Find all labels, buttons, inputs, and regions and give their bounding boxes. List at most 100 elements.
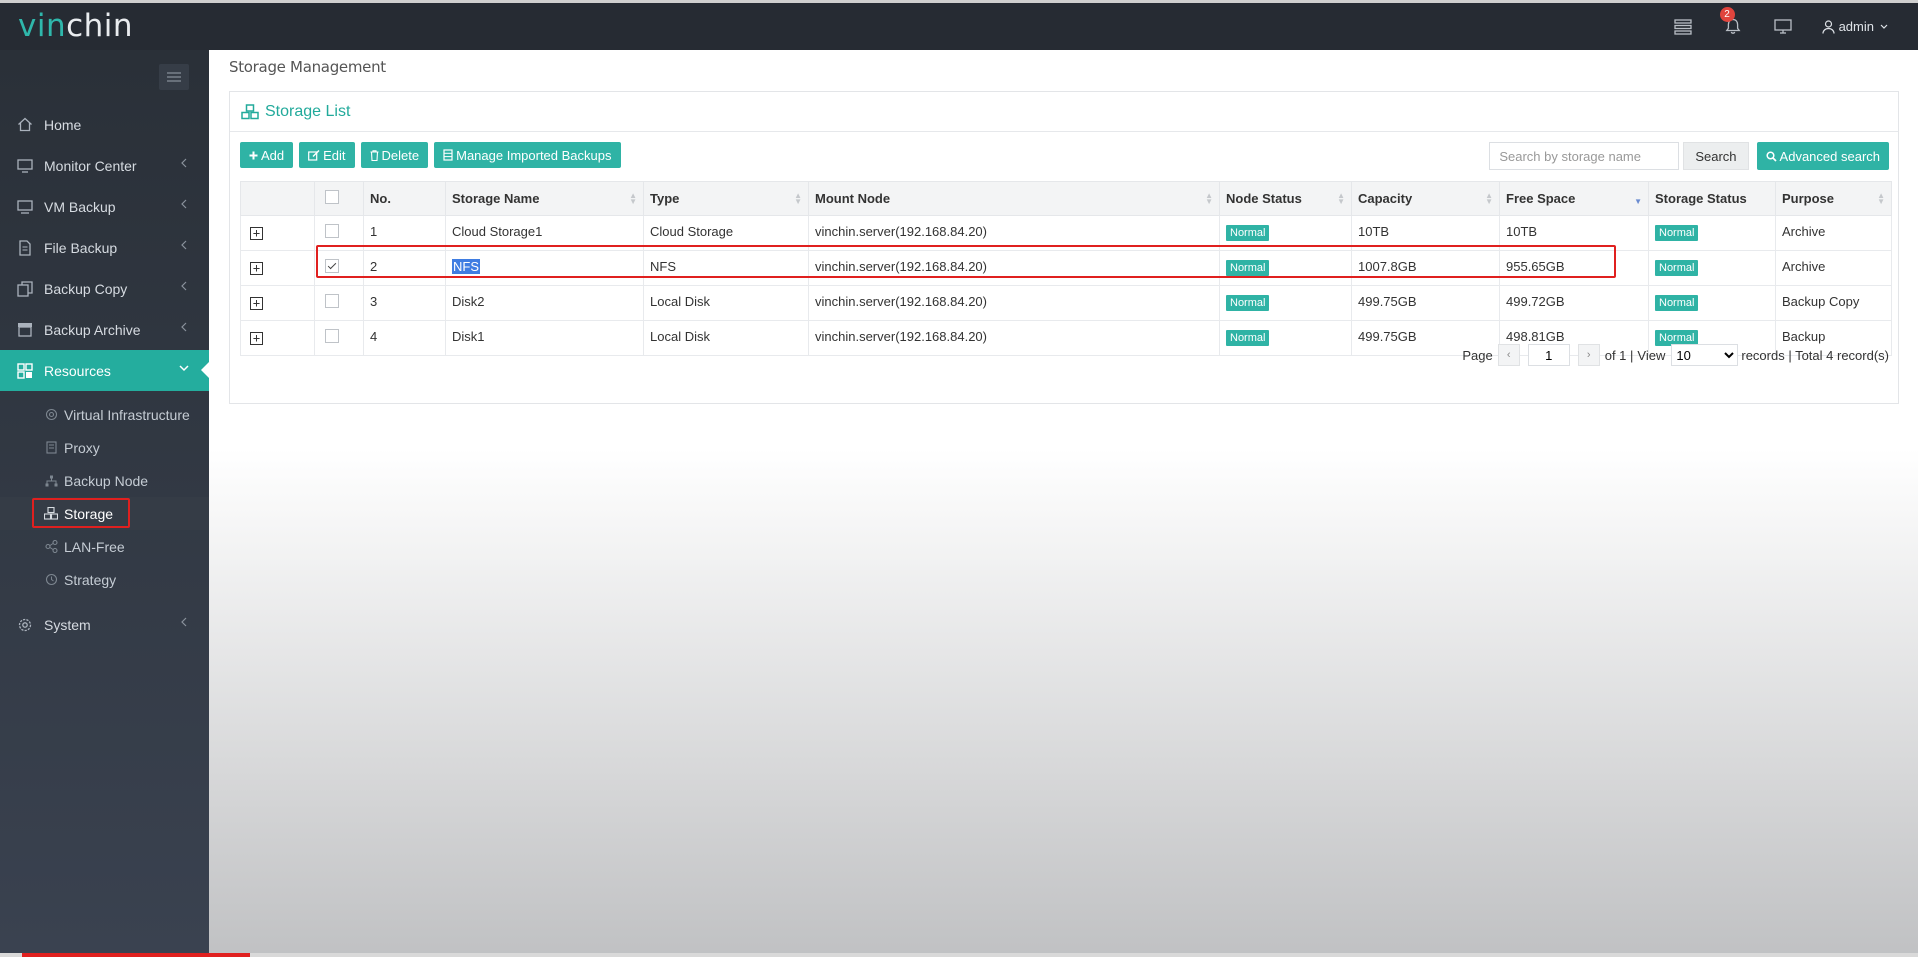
- sort-icon: ▲ ▼: [1205, 191, 1213, 206]
- sort-icon: ▲ ▼: [794, 191, 802, 206]
- cubes-icon: [241, 103, 259, 120]
- strategy-icon: [44, 573, 58, 587]
- expand-row-icon[interactable]: +: [250, 262, 263, 275]
- expand-row-icon[interactable]: +: [250, 297, 263, 310]
- cell-type: NFS: [643, 250, 809, 286]
- advanced-search-button[interactable]: Advanced search: [1756, 142, 1889, 170]
- table-row-selected[interactable]: + 2 NFS NFS vinchin.server(192.168.84.20…: [240, 250, 1892, 286]
- copy-icon: [16, 280, 34, 298]
- storage-table: No. Storage Name ▲ ▼ Type ▲ ▼ Mount Node ▲ ▼ N…: [240, 181, 1892, 356]
- storage-highlight-box: [32, 498, 130, 528]
- search-icon: [1765, 150, 1777, 162]
- header-mount-node[interactable]: Mount Node ▲ ▼: [808, 181, 1220, 216]
- trash-icon: [370, 149, 379, 161]
- row-checkbox[interactable]: [325, 224, 339, 238]
- table-row[interactable]: + 1 Cloud Storage1 Cloud Storage vinchin…: [240, 215, 1892, 251]
- resources-submenu: Virtual Infrastructure Proxy Backup Node…: [0, 391, 209, 604]
- expand-row-icon[interactable]: +: [250, 332, 263, 345]
- cell-type: Local Disk: [643, 285, 809, 321]
- sidebar-item-backup-archive[interactable]: Backup Archive: [0, 309, 209, 350]
- sidebar-toggle-button[interactable]: [159, 64, 189, 90]
- pagination: Page ‹ › of 1 | View 10 records | Total …: [1462, 344, 1889, 366]
- chevron-down-icon: [1880, 24, 1888, 29]
- delete-button[interactable]: Delete: [360, 142, 429, 168]
- sidebar-item-proxy[interactable]: Proxy: [0, 431, 209, 464]
- cell-type: Local Disk: [643, 320, 809, 356]
- file-icon: [16, 239, 34, 257]
- sort-icon: ▲ ▼: [1485, 191, 1493, 206]
- manage-imported-backups-button[interactable]: Manage Imported Backups: [434, 142, 621, 168]
- sidebar-item-strategy[interactable]: Strategy: [0, 563, 209, 596]
- row-checkbox-checked[interactable]: [325, 259, 339, 273]
- cell-storage-name: Disk2: [445, 285, 644, 321]
- row-checkbox[interactable]: [325, 294, 339, 308]
- cell-purpose: Archive: [1775, 250, 1892, 286]
- sidebar-item-backup-copy[interactable]: Backup Copy: [0, 268, 209, 309]
- cell-capacity: 10TB: [1351, 215, 1500, 251]
- cell-storage-name: Cloud Storage1: [445, 215, 644, 251]
- header-no[interactable]: No.: [363, 181, 446, 216]
- page-size-select[interactable]: 10: [1671, 344, 1739, 366]
- video-progress-bar[interactable]: [0, 953, 1918, 957]
- header-node-status[interactable]: Node Status ▲ ▼: [1219, 181, 1352, 216]
- header-expand: [240, 181, 315, 216]
- user-menu[interactable]: admin: [1821, 19, 1888, 34]
- header-storage-status[interactable]: Storage Status: [1648, 181, 1776, 216]
- cell-free-space: 499.72GB: [1499, 285, 1649, 321]
- prev-page-button[interactable]: ‹: [1497, 344, 1520, 366]
- sidebar-item-file-backup[interactable]: File Backup: [0, 227, 209, 268]
- header-storage-name[interactable]: Storage Name ▲ ▼: [445, 181, 644, 216]
- table-row[interactable]: + 3 Disk2 Local Disk vinchin.server(192.…: [240, 285, 1892, 321]
- notification-bell-icon[interactable]: 2: [1719, 6, 1744, 38]
- panel-title: Storage List: [265, 102, 351, 120]
- sidebar-item-system[interactable]: System: [0, 604, 209, 645]
- cell-no: 3: [363, 285, 446, 321]
- sidebar-item-storage[interactable]: Storage: [0, 497, 209, 530]
- chevron-left-icon: [181, 322, 187, 332]
- sort-desc-icon: ▼: [1634, 197, 1642, 206]
- sidebar-item-home[interactable]: Home: [0, 104, 209, 145]
- sort-icon: ▲ ▼: [1877, 191, 1885, 206]
- storage-list-panel: Storage List Add Edit Delete Manage Impo…: [229, 91, 1899, 404]
- select-all-checkbox[interactable]: [325, 190, 339, 204]
- search-input[interactable]: [1489, 142, 1680, 170]
- sidebar: Home Monitor Center VM Backup File Backu…: [0, 50, 209, 957]
- header-capacity[interactable]: Capacity ▲ ▼: [1351, 181, 1500, 216]
- header-free-space[interactable]: Free Space ▼: [1499, 181, 1649, 216]
- page-number-input[interactable]: [1527, 344, 1570, 366]
- network-icon: [44, 408, 58, 422]
- records-label: records | Total 4 record(s): [1741, 347, 1889, 363]
- row-checkbox[interactable]: [325, 329, 339, 343]
- cell-mount-node: vinchin.server(192.168.84.20): [808, 285, 1220, 321]
- cell-purpose: Archive: [1775, 215, 1892, 251]
- main-content: Storage Management Storage List Add Edit…: [209, 50, 1918, 957]
- sidebar-item-resources[interactable]: Resources: [0, 350, 209, 391]
- node-status-badge: Normal: [1226, 295, 1270, 311]
- add-button[interactable]: Add: [240, 142, 294, 168]
- search-button[interactable]: Search: [1683, 142, 1749, 170]
- cell-free-space: 10TB: [1499, 215, 1649, 251]
- header-purpose[interactable]: Purpose ▲ ▼: [1775, 181, 1892, 216]
- expand-row-icon[interactable]: +: [250, 227, 263, 240]
- node-status-badge: Normal: [1226, 260, 1270, 276]
- edit-icon: [308, 149, 320, 161]
- cell-capacity: 499.75GB: [1351, 285, 1500, 321]
- vinchin-logo[interactable]: vinchin: [18, 8, 133, 44]
- sort-icon: ▲ ▼: [1337, 191, 1345, 206]
- sidebar-item-backup-node[interactable]: Backup Node: [0, 464, 209, 497]
- cell-mount-node: vinchin.server(192.168.84.20): [808, 250, 1220, 286]
- cell-type: Cloud Storage: [643, 215, 809, 251]
- notification-badge: 2: [1719, 6, 1735, 22]
- top-right-tools: 2 admin: [1672, 3, 1918, 50]
- task-list-icon[interactable]: [1672, 16, 1694, 38]
- sidebar-item-virtual-infrastructure[interactable]: Virtual Infrastructure: [0, 398, 209, 431]
- next-page-button[interactable]: ›: [1577, 344, 1600, 366]
- sidebar-item-lan-free[interactable]: LAN-Free: [0, 530, 209, 563]
- sidebar-item-vm-backup[interactable]: VM Backup: [0, 186, 209, 227]
- sidebar-item-monitor-center[interactable]: Monitor Center: [0, 145, 209, 186]
- display-icon[interactable]: [1772, 16, 1794, 38]
- cell-no: 1: [363, 215, 446, 251]
- header-type[interactable]: Type ▲ ▼: [643, 181, 809, 216]
- edit-button[interactable]: Edit: [299, 142, 355, 168]
- node-status-badge: Normal: [1226, 225, 1270, 241]
